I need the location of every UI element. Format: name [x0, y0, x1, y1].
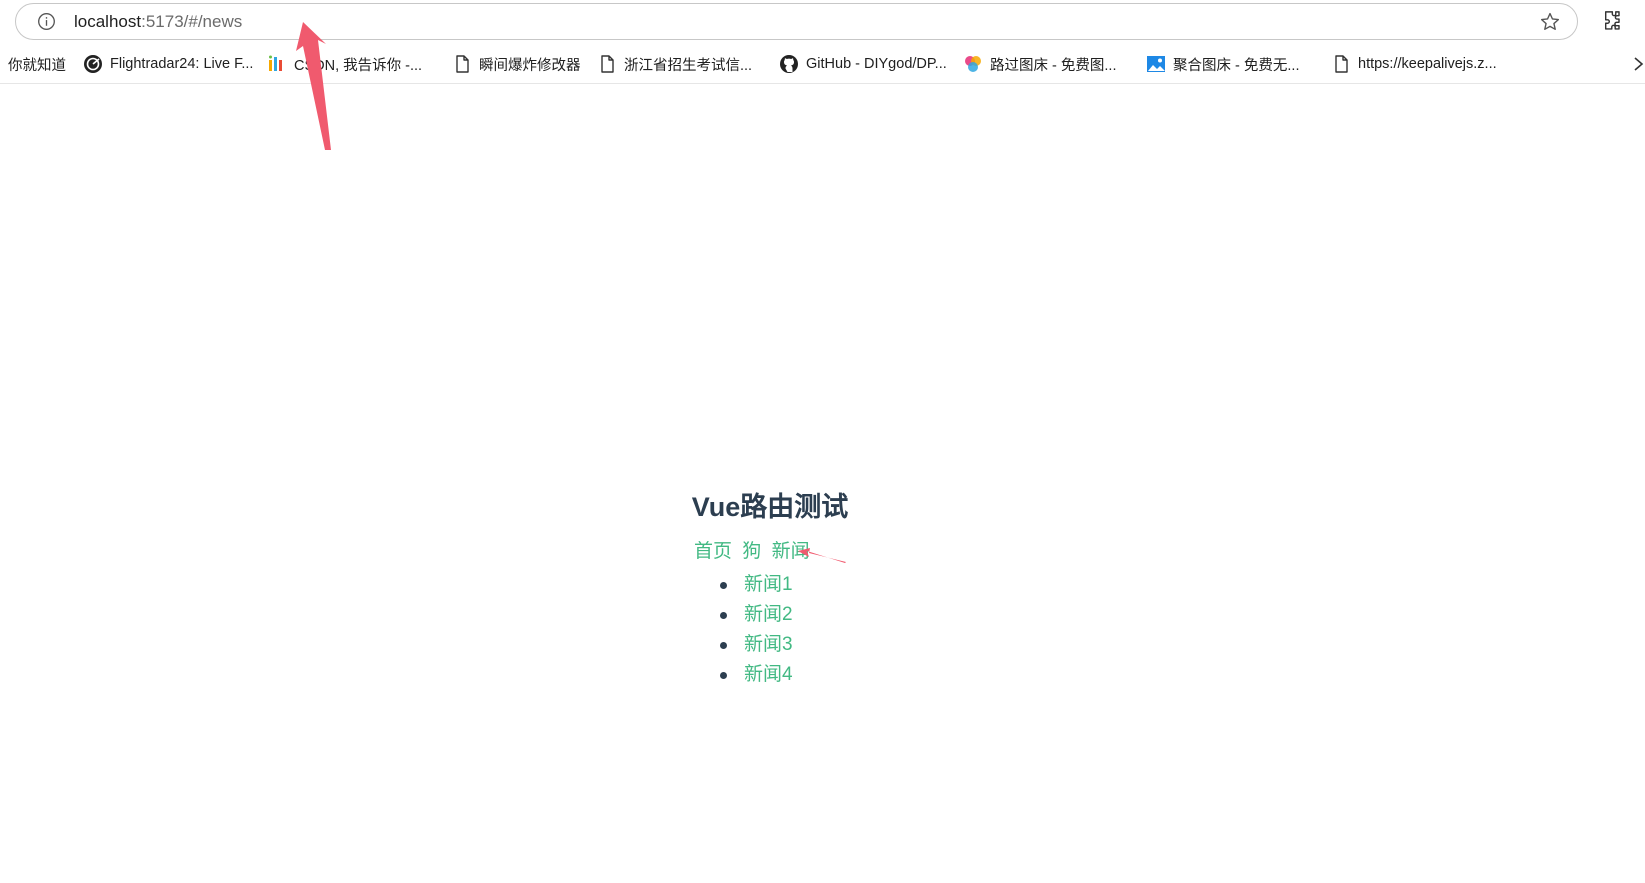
bookmark-label: https://keepalivejs.z...: [1358, 56, 1497, 72]
github-icon: [780, 55, 798, 73]
bullet: [720, 672, 727, 679]
bookmark-label: 你就知道: [8, 57, 66, 74]
chevron-right-icon[interactable]: [1632, 54, 1645, 74]
list-item[interactable]: 新闻4: [718, 660, 793, 690]
list-item[interactable]: 新闻2: [718, 600, 793, 630]
nav-link-home[interactable]: 首页: [694, 541, 732, 562]
bookmarks-bar: 你就知道 Flightradar24: Live F... CSDN, 我告诉你…: [0, 44, 1645, 84]
url-host: localhost: [74, 12, 142, 31]
bookmark-item[interactable]: GitHub - DIYgod/DP...: [779, 54, 947, 74]
page-title: Vue路由测试: [691, 492, 849, 522]
url-text[interactable]: localhost:5173/#/news: [74, 12, 242, 32]
bookmark-label: 瞬间爆炸修改器: [479, 57, 581, 74]
browser-toolbar: localhost:5173/#/news: [0, 0, 1645, 44]
bookmark-label: 路过图床 - 免费图...: [990, 57, 1117, 74]
nav-link-dog[interactable]: 狗: [742, 541, 761, 562]
url-path: :5173/#/news: [141, 12, 243, 31]
annotation-arrows: [296, 22, 846, 563]
news-link[interactable]: 新闻4: [744, 664, 793, 685]
circles-icon: [965, 56, 981, 72]
bookmark-label: 浙江省招生考试信...: [624, 57, 753, 74]
star-icon[interactable]: [1539, 11, 1561, 33]
list-item[interactable]: 新闻3: [718, 630, 793, 660]
bookmark-item[interactable]: 你就知道: [8, 54, 66, 74]
bullet: [720, 582, 727, 589]
news-list: 新闻1 新闻2 新闻3 新闻4: [718, 570, 793, 690]
news-link[interactable]: 新闻3: [744, 634, 793, 655]
page-icon: [601, 55, 614, 73]
radar-icon: [84, 55, 102, 73]
csdn-icon: [269, 55, 282, 71]
bookmark-label: 聚合图床 - 免费无...: [1173, 57, 1300, 74]
bookmark-item[interactable]: 路过图床 - 免费图...: [963, 54, 1116, 74]
bookmark-item[interactable]: CSDN, 我告诉你 -...: [267, 54, 422, 74]
image-icon: [1147, 56, 1165, 72]
address-bar[interactable]: localhost:5173/#/news: [15, 3, 1578, 40]
info-icon[interactable]: [37, 12, 56, 31]
bookmark-item[interactable]: https://keepalivejs.z...: [1331, 54, 1497, 74]
news-link[interactable]: 新闻1: [744, 574, 793, 595]
bookmark-item[interactable]: Flightradar24: Live F...: [83, 54, 253, 74]
bookmark-item[interactable]: 聚合图床 - 免费无...: [1146, 54, 1299, 74]
router-nav: 首页 狗 新闻: [694, 540, 815, 564]
bullet: [720, 612, 727, 619]
bullet: [720, 642, 727, 649]
bookmark-item[interactable]: 瞬间爆炸修改器: [452, 54, 581, 74]
nav-link-news[interactable]: 新闻: [772, 541, 810, 562]
bookmark-item[interactable]: 浙江省招生考试信...: [597, 54, 752, 74]
news-link[interactable]: 新闻2: [744, 604, 793, 625]
page-icon: [1335, 55, 1348, 73]
bookmark-label: Flightradar24: Live F...: [110, 56, 254, 72]
bookmark-label: GitHub - DIYgod/DP...: [806, 56, 947, 72]
bookmark-label: CSDN, 我告诉你 -...: [294, 57, 423, 74]
list-item[interactable]: 新闻1: [718, 570, 793, 600]
extensions-icon[interactable]: [1600, 9, 1624, 33]
page-icon: [456, 55, 469, 73]
